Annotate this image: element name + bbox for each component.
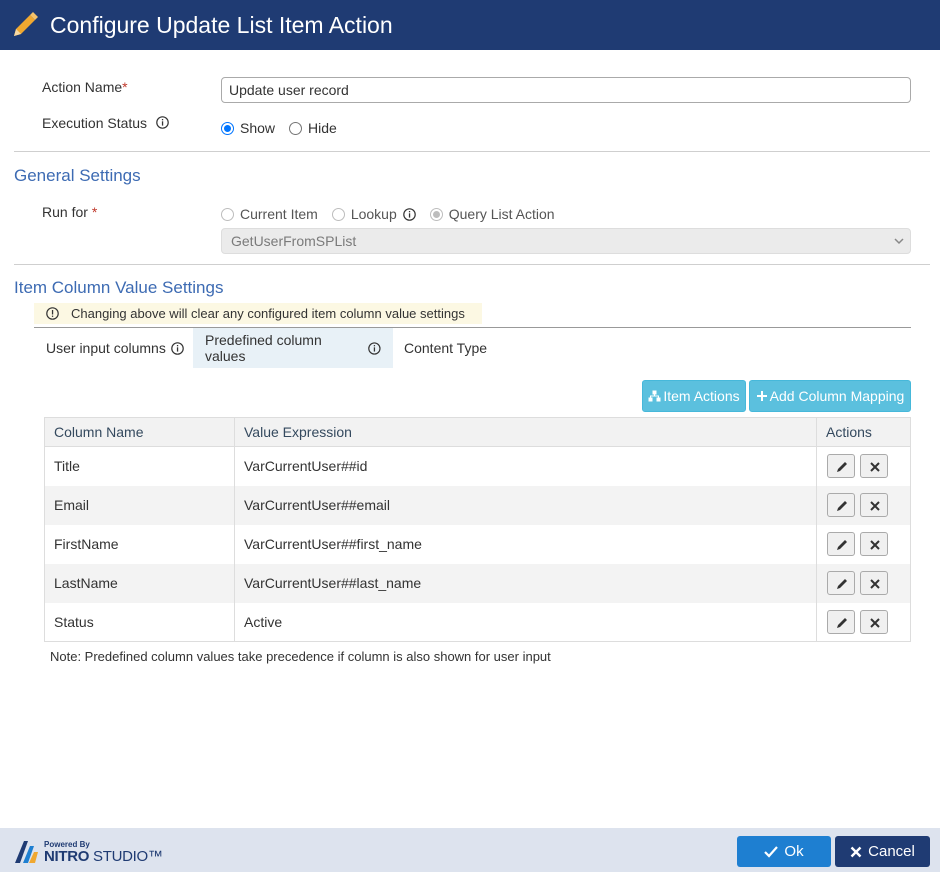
delete-row-button[interactable] — [859, 493, 888, 517]
radio-hide-label: Hide — [308, 120, 337, 136]
close-icon — [850, 846, 862, 857]
plus-icon — [756, 391, 767, 401]
info-icon[interactable] — [368, 341, 381, 355]
table-row: Title VarCurrentUser##id — [44, 446, 911, 486]
warning-banner: Changing above will clear any configured… — [34, 303, 482, 324]
cell-column-name: Title — [44, 446, 235, 486]
edit-row-button[interactable] — [827, 571, 855, 595]
edit-icon — [837, 579, 847, 589]
cell-actions — [816, 563, 911, 603]
table-row: Email VarCurrentUser##email — [44, 485, 911, 525]
warning-icon — [46, 307, 59, 320]
chevron-down-icon — [894, 238, 904, 245]
check-icon — [764, 845, 779, 858]
radio-current-item-label: Current Item — [240, 206, 318, 222]
delete-row-button[interactable] — [859, 454, 888, 479]
pencil-icon — [14, 12, 38, 36]
radio-query-list-action-label: Query List Action — [448, 206, 555, 222]
table-header-row: Column Name Value Expression Actions — [44, 417, 911, 447]
run-for-label: Run for * — [42, 204, 98, 220]
required-mark: * — [122, 79, 128, 95]
radio-current-item[interactable] — [221, 207, 234, 221]
delete-row-button[interactable] — [859, 571, 888, 595]
edit-icon — [837, 462, 847, 473]
action-name-input[interactable]: Update user record — [221, 77, 911, 103]
radio-lookup-label: Lookup — [350, 206, 397, 222]
action-name-label: Action Name* — [42, 79, 128, 95]
brand-text: NITRO STUDIO™ — [44, 848, 163, 865]
dialog-title: Configure Update List Item Action — [50, 11, 393, 38]
tab-user-input-columns[interactable]: User input columns — [34, 328, 196, 368]
column-mapping-table: Column Name Value Expression Actions Tit… — [44, 417, 911, 642]
info-icon[interactable] — [171, 341, 184, 355]
cell-actions — [816, 485, 911, 525]
cell-value-expression: VarCurrentUser##id — [234, 446, 817, 486]
item-column-settings-title: Item Column Value Settings — [14, 278, 224, 297]
cell-value-expression: VarCurrentUser##first_name — [234, 524, 817, 564]
cell-value-expression: VarCurrentUser##email — [234, 485, 817, 525]
header-column-name: Column Name — [44, 417, 235, 447]
cell-column-name: Status — [44, 602, 235, 642]
edit-row-button[interactable] — [827, 454, 855, 479]
cell-actions — [816, 602, 911, 642]
table-row: LastName VarCurrentUser##last_name — [44, 563, 911, 603]
close-icon — [870, 618, 880, 628]
execution-status-options: Show Hide — [221, 120, 351, 136]
cancel-button[interactable]: Cancel — [835, 836, 930, 867]
delete-row-button[interactable] — [859, 609, 888, 634]
divider — [14, 264, 930, 265]
cell-column-name: LastName — [44, 563, 235, 603]
general-settings-title: General Settings — [14, 166, 141, 185]
item-actions-button[interactable]: Item Actions — [642, 380, 746, 412]
nitro-logo-icon — [15, 841, 38, 863]
ok-button[interactable]: Ok — [737, 836, 831, 867]
tab-content-type[interactable]: Content Type — [392, 328, 499, 368]
divider — [14, 151, 930, 152]
close-icon — [870, 579, 880, 589]
nitro-studio-logo: Powered By NITRO STUDIO™ — [14, 838, 164, 866]
edit-row-button[interactable] — [827, 493, 855, 517]
cell-value-expression: VarCurrentUser##last_name — [234, 563, 817, 603]
cell-column-name: Email — [44, 485, 235, 525]
radio-lookup[interactable] — [331, 207, 345, 221]
warning-text: Changing above will clear any configured… — [71, 306, 465, 321]
close-icon — [870, 501, 880, 511]
cell-actions — [816, 524, 911, 564]
query-list-action-select[interactable]: GetUserFromSPList — [221, 228, 911, 254]
dialog-titlebar: Configure Update List Item Action — [0, 0, 940, 50]
sitemap-icon — [648, 390, 661, 402]
edit-row-button[interactable] — [827, 609, 855, 634]
cell-column-name: FirstName — [44, 524, 235, 564]
header-actions: Actions — [816, 417, 911, 447]
table-row: Status Active — [44, 602, 911, 642]
delete-row-button[interactable] — [859, 532, 888, 556]
predefined-note: Note: Predefined column values take prec… — [50, 649, 551, 664]
tab-predefined-column-values[interactable]: Predefined column values — [193, 328, 393, 368]
cell-value-expression: Active — [234, 602, 817, 642]
info-icon[interactable] — [402, 207, 416, 221]
info-icon[interactable] — [156, 116, 169, 129]
required-mark: * — [91, 204, 98, 220]
edit-icon — [837, 501, 847, 511]
radio-show-label: Show — [240, 120, 276, 136]
radio-show[interactable] — [221, 121, 234, 135]
execution-status-label: Execution Status — [42, 115, 169, 131]
edit-row-button[interactable] — [827, 532, 855, 556]
add-column-mapping-button[interactable]: Add Column Mapping — [749, 380, 911, 412]
edit-icon — [837, 617, 847, 628]
close-icon — [870, 462, 880, 472]
radio-query-list-action[interactable] — [429, 207, 443, 221]
run-for-options: Current Item Lookup Query List Action — [221, 206, 569, 222]
radio-hide[interactable] — [289, 121, 303, 135]
cell-actions — [816, 446, 911, 486]
table-row: FirstName VarCurrentUser##first_name — [44, 524, 911, 564]
edit-icon — [837, 540, 847, 550]
close-icon — [870, 540, 880, 550]
header-value-expression: Value Expression — [234, 417, 817, 447]
